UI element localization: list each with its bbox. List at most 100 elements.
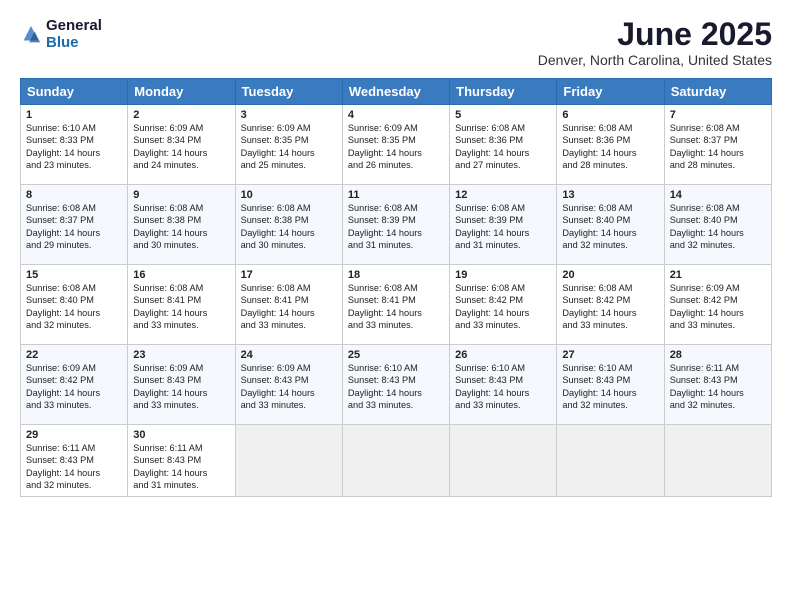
weekday-thursday: Thursday	[450, 79, 557, 105]
day-number: 23	[133, 349, 229, 361]
day-number: 11	[348, 189, 444, 201]
calendar-cell	[664, 425, 771, 497]
calendar-cell: 10Sunrise: 6:08 AMSunset: 8:38 PMDayligh…	[235, 185, 342, 265]
cell-details: Sunrise: 6:08 AMSunset: 8:37 PMDaylight:…	[670, 122, 766, 172]
cell-details: Sunrise: 6:08 AMSunset: 8:42 PMDaylight:…	[562, 282, 658, 332]
cell-details: Sunrise: 6:10 AMSunset: 8:33 PMDaylight:…	[26, 122, 122, 172]
calendar-cell: 15Sunrise: 6:08 AMSunset: 8:40 PMDayligh…	[21, 265, 128, 345]
calendar-cell	[450, 425, 557, 497]
calendar-week-1: 1Sunrise: 6:10 AMSunset: 8:33 PMDaylight…	[21, 105, 772, 185]
calendar-cell: 7Sunrise: 6:08 AMSunset: 8:37 PMDaylight…	[664, 105, 771, 185]
subtitle: Denver, North Carolina, United States	[538, 52, 772, 68]
logo-text: General Blue	[46, 18, 102, 51]
day-number: 29	[26, 429, 122, 441]
calendar-cell: 2Sunrise: 6:09 AMSunset: 8:34 PMDaylight…	[128, 105, 235, 185]
day-number: 14	[670, 189, 766, 201]
cell-details: Sunrise: 6:10 AMSunset: 8:43 PMDaylight:…	[455, 362, 551, 412]
day-number: 12	[455, 189, 551, 201]
header: General Blue June 2025 Denver, North Car…	[20, 18, 772, 68]
day-number: 13	[562, 189, 658, 201]
day-number: 7	[670, 109, 766, 121]
calendar-cell: 28Sunrise: 6:11 AMSunset: 8:43 PMDayligh…	[664, 345, 771, 425]
cell-details: Sunrise: 6:09 AMSunset: 8:42 PMDaylight:…	[670, 282, 766, 332]
cell-details: Sunrise: 6:08 AMSunset: 8:40 PMDaylight:…	[26, 282, 122, 332]
calendar-cell: 20Sunrise: 6:08 AMSunset: 8:42 PMDayligh…	[557, 265, 664, 345]
weekday-tuesday: Tuesday	[235, 79, 342, 105]
page: General Blue June 2025 Denver, North Car…	[0, 0, 792, 612]
calendar-body: 1Sunrise: 6:10 AMSunset: 8:33 PMDaylight…	[21, 105, 772, 497]
cell-details: Sunrise: 6:10 AMSunset: 8:43 PMDaylight:…	[348, 362, 444, 412]
calendar-cell: 6Sunrise: 6:08 AMSunset: 8:36 PMDaylight…	[557, 105, 664, 185]
day-number: 17	[241, 269, 337, 281]
cell-details: Sunrise: 6:08 AMSunset: 8:36 PMDaylight:…	[562, 122, 658, 172]
cell-details: Sunrise: 6:11 AMSunset: 8:43 PMDaylight:…	[670, 362, 766, 412]
calendar-cell	[342, 425, 449, 497]
calendar-week-3: 15Sunrise: 6:08 AMSunset: 8:40 PMDayligh…	[21, 265, 772, 345]
calendar-cell: 3Sunrise: 6:09 AMSunset: 8:35 PMDaylight…	[235, 105, 342, 185]
day-number: 9	[133, 189, 229, 201]
day-number: 26	[455, 349, 551, 361]
weekday-saturday: Saturday	[664, 79, 771, 105]
calendar-cell: 14Sunrise: 6:08 AMSunset: 8:40 PMDayligh…	[664, 185, 771, 265]
day-number: 5	[455, 109, 551, 121]
calendar-cell: 9Sunrise: 6:08 AMSunset: 8:38 PMDaylight…	[128, 185, 235, 265]
calendar-cell: 16Sunrise: 6:08 AMSunset: 8:41 PMDayligh…	[128, 265, 235, 345]
calendar-cell: 4Sunrise: 6:09 AMSunset: 8:35 PMDaylight…	[342, 105, 449, 185]
cell-details: Sunrise: 6:10 AMSunset: 8:43 PMDaylight:…	[562, 362, 658, 412]
calendar-cell: 5Sunrise: 6:08 AMSunset: 8:36 PMDaylight…	[450, 105, 557, 185]
cell-details: Sunrise: 6:11 AMSunset: 8:43 PMDaylight:…	[133, 442, 229, 492]
cell-details: Sunrise: 6:08 AMSunset: 8:41 PMDaylight:…	[133, 282, 229, 332]
calendar-cell: 26Sunrise: 6:10 AMSunset: 8:43 PMDayligh…	[450, 345, 557, 425]
day-number: 1	[26, 109, 122, 121]
day-number: 20	[562, 269, 658, 281]
day-number: 8	[26, 189, 122, 201]
calendar-header: SundayMondayTuesdayWednesdayThursdayFrid…	[21, 79, 772, 105]
title-section: June 2025 Denver, North Carolina, United…	[538, 18, 772, 68]
cell-details: Sunrise: 6:09 AMSunset: 8:35 PMDaylight:…	[348, 122, 444, 172]
calendar-cell	[557, 425, 664, 497]
cell-details: Sunrise: 6:08 AMSunset: 8:38 PMDaylight:…	[241, 202, 337, 252]
cell-details: Sunrise: 6:08 AMSunset: 8:38 PMDaylight:…	[133, 202, 229, 252]
calendar-cell: 30Sunrise: 6:11 AMSunset: 8:43 PMDayligh…	[128, 425, 235, 497]
cell-details: Sunrise: 6:08 AMSunset: 8:42 PMDaylight:…	[455, 282, 551, 332]
cell-details: Sunrise: 6:08 AMSunset: 8:41 PMDaylight:…	[348, 282, 444, 332]
day-number: 19	[455, 269, 551, 281]
logo: General Blue	[20, 18, 102, 51]
logo-blue: Blue	[46, 34, 79, 51]
day-number: 3	[241, 109, 337, 121]
cell-details: Sunrise: 6:08 AMSunset: 8:39 PMDaylight:…	[455, 202, 551, 252]
cell-details: Sunrise: 6:09 AMSunset: 8:42 PMDaylight:…	[26, 362, 122, 412]
logo-general: General	[46, 17, 102, 34]
calendar-week-5: 29Sunrise: 6:11 AMSunset: 8:43 PMDayligh…	[21, 425, 772, 497]
cell-details: Sunrise: 6:09 AMSunset: 8:35 PMDaylight:…	[241, 122, 337, 172]
calendar-cell: 24Sunrise: 6:09 AMSunset: 8:43 PMDayligh…	[235, 345, 342, 425]
calendar-cell: 29Sunrise: 6:11 AMSunset: 8:43 PMDayligh…	[21, 425, 128, 497]
calendar-week-2: 8Sunrise: 6:08 AMSunset: 8:37 PMDaylight…	[21, 185, 772, 265]
day-number: 22	[26, 349, 122, 361]
cell-details: Sunrise: 6:08 AMSunset: 8:40 PMDaylight:…	[670, 202, 766, 252]
day-number: 24	[241, 349, 337, 361]
calendar-cell: 25Sunrise: 6:10 AMSunset: 8:43 PMDayligh…	[342, 345, 449, 425]
weekday-monday: Monday	[128, 79, 235, 105]
cell-details: Sunrise: 6:09 AMSunset: 8:43 PMDaylight:…	[241, 362, 337, 412]
calendar-cell	[235, 425, 342, 497]
cell-details: Sunrise: 6:08 AMSunset: 8:37 PMDaylight:…	[26, 202, 122, 252]
calendar-cell: 27Sunrise: 6:10 AMSunset: 8:43 PMDayligh…	[557, 345, 664, 425]
day-number: 6	[562, 109, 658, 121]
day-number: 25	[348, 349, 444, 361]
day-number: 16	[133, 269, 229, 281]
cell-details: Sunrise: 6:09 AMSunset: 8:34 PMDaylight:…	[133, 122, 229, 172]
day-number: 21	[670, 269, 766, 281]
day-number: 2	[133, 109, 229, 121]
weekday-friday: Friday	[557, 79, 664, 105]
day-number: 30	[133, 429, 229, 441]
day-number: 27	[562, 349, 658, 361]
calendar-cell: 18Sunrise: 6:08 AMSunset: 8:41 PMDayligh…	[342, 265, 449, 345]
weekday-header-row: SundayMondayTuesdayWednesdayThursdayFrid…	[21, 79, 772, 105]
day-number: 28	[670, 349, 766, 361]
calendar-cell: 1Sunrise: 6:10 AMSunset: 8:33 PMDaylight…	[21, 105, 128, 185]
day-number: 18	[348, 269, 444, 281]
cell-details: Sunrise: 6:08 AMSunset: 8:36 PMDaylight:…	[455, 122, 551, 172]
calendar-cell: 11Sunrise: 6:08 AMSunset: 8:39 PMDayligh…	[342, 185, 449, 265]
cell-details: Sunrise: 6:11 AMSunset: 8:43 PMDaylight:…	[26, 442, 122, 492]
